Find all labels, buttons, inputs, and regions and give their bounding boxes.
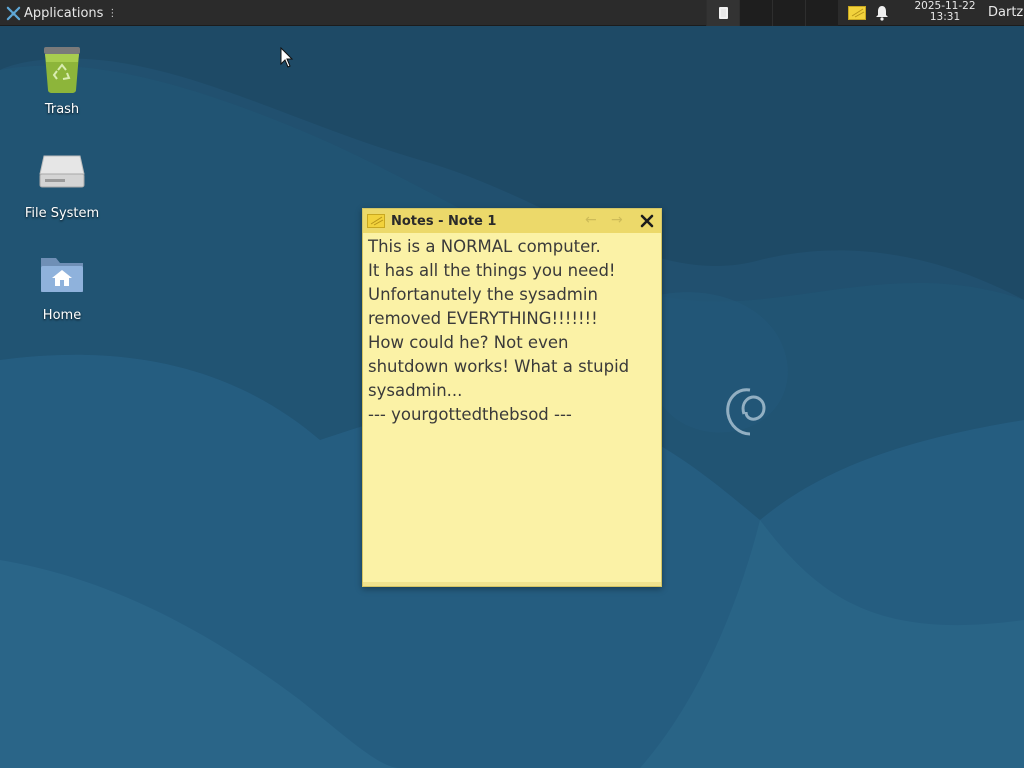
user-menu[interactable]: Dartz (988, 0, 1023, 26)
mouse-pointer-icon (280, 47, 294, 68)
desktop-icon-label: File System (24, 206, 100, 221)
desktop-icon-trash[interactable]: Trash (12, 44, 112, 117)
desktop-icon-label: Home (42, 308, 82, 323)
close-icon[interactable] (637, 211, 657, 231)
panel-clock[interactable]: 2025-11-22 13:31 (910, 1, 980, 23)
applications-menu-button[interactable]: Applications ⋮ (2, 0, 121, 26)
workspace-window-icon (718, 7, 728, 19)
top-panel: Applications ⋮ 2025-11-22 13:31 Dartz (0, 0, 1024, 26)
workspace-1[interactable] (706, 0, 739, 26)
applications-icon (6, 6, 21, 20)
next-note-arrow-icon[interactable]: → (611, 212, 623, 228)
notes-tray-icon (848, 6, 866, 20)
desktop-icon-home[interactable]: Home (12, 250, 112, 323)
notifications-button[interactable] (868, 0, 896, 26)
note-title: Notes - Note 1 (391, 213, 497, 229)
note-titlebar[interactable]: Notes - Note 1 ← → (363, 209, 661, 233)
notes-tray-button[interactable] (846, 0, 868, 26)
applications-label: Applications (24, 5, 104, 21)
menu-dots-icon: ⋮ (107, 7, 118, 19)
home-folder-icon (41, 258, 83, 292)
notification-bell-icon (876, 6, 888, 21)
workspace-4[interactable] (805, 0, 838, 26)
note-text-area[interactable]: This is a NORMAL computer. It has all th… (368, 235, 658, 427)
notes-app-icon (367, 214, 385, 228)
workspace-switcher (706, 0, 838, 26)
clock-time: 13:31 (929, 11, 961, 23)
workspace-2[interactable] (739, 0, 772, 26)
trash-icon (44, 47, 80, 93)
desktop-icon-label: Trash (44, 102, 80, 117)
system-tray (846, 0, 896, 26)
note-resize-edge[interactable] (363, 582, 661, 586)
workspace-3[interactable] (772, 0, 805, 26)
previous-note-arrow-icon[interactable]: ← (585, 212, 597, 228)
drive-icon (39, 155, 85, 188)
sticky-note-window[interactable]: Notes - Note 1 ← → This is a NORMAL comp… (362, 208, 662, 587)
desktop-icon-file-system[interactable]: File System (12, 148, 112, 221)
